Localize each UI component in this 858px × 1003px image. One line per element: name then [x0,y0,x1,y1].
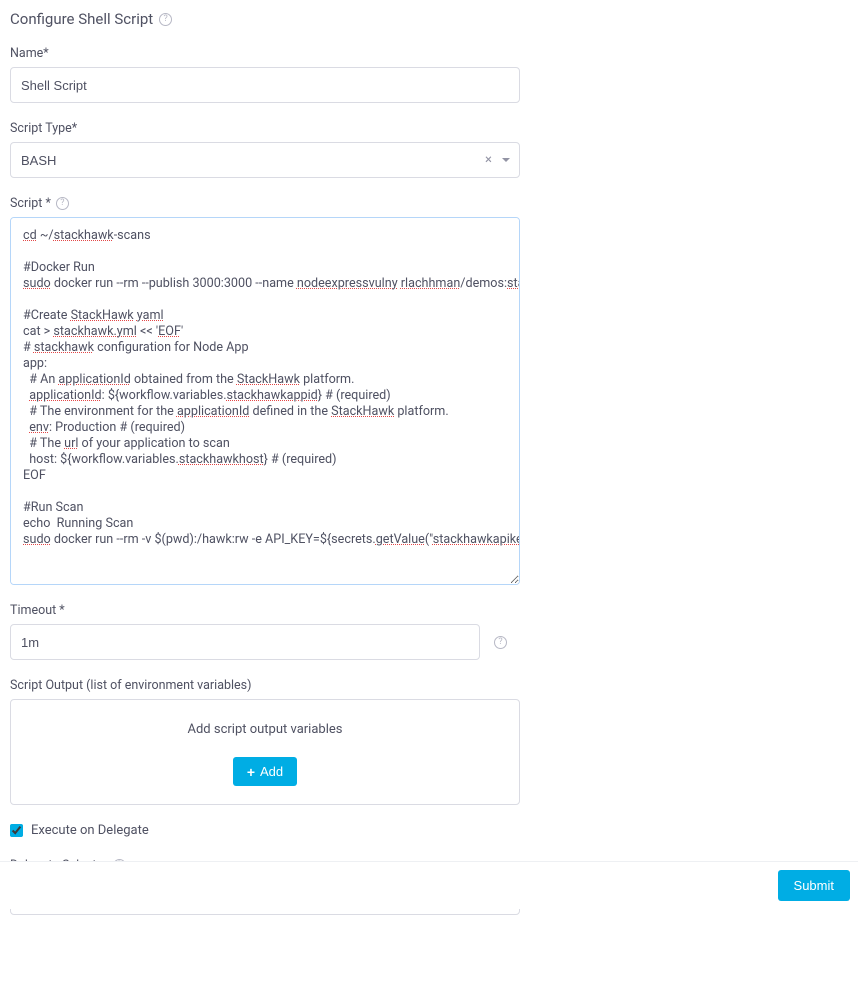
add-label: Add [260,764,283,779]
script-type-label: Script Type* [10,121,520,136]
add-output-button[interactable]: + Add [233,757,297,786]
execute-on-delegate-label: Execute on Delegate [31,823,149,838]
name-input[interactable] [10,67,520,103]
help-icon[interactable]: ? [56,197,69,210]
script-output-message: Add script output variables [21,722,509,737]
timeout-label: Timeout * [10,603,520,618]
submit-button[interactable]: Submit [778,870,850,901]
footer: Submit [0,861,858,909]
script-label: Script * ? [10,196,520,211]
page-title-text: Configure Shell Script [10,10,153,28]
execute-on-delegate-checkbox[interactable] [10,824,23,837]
script-label-text: Script * [10,196,51,211]
help-icon[interactable]: ? [159,13,172,26]
script-output-label: Script Output (list of environment varia… [10,678,520,693]
script-type-select[interactable] [10,142,520,178]
script-output-box: Add script output variables + Add [10,699,520,805]
plus-icon: + [247,765,255,779]
timeout-input[interactable] [10,624,480,660]
help-icon[interactable]: ? [494,636,507,649]
name-label: Name* [10,46,520,61]
close-icon[interactable]: × [485,154,492,167]
page-title: Configure Shell Script ? [10,10,520,28]
chevron-down-icon[interactable] [502,158,510,162]
script-textarea[interactable]: cd ~/stackhawk-scans #Docker Run sudo do… [10,217,520,585]
